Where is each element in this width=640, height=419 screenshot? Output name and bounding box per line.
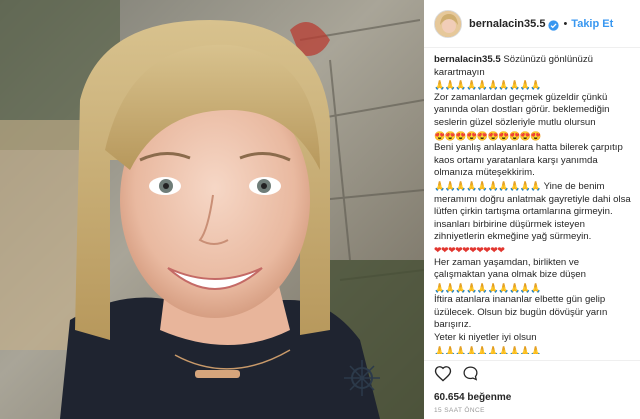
emoji-row-hands-2: 🙏🙏🙏🙏🙏🙏🙏🙏🙏🙏 [434, 180, 542, 191]
selfie-photo [0, 0, 424, 419]
caption-paragraph-4: Her zaman yaşamdan, birlikten ve çalışma… [434, 256, 586, 281]
post-side-panel: bernalacin35.5 • Takip Et bernalacin35.5… [424, 0, 640, 419]
caption-username[interactable]: bernalacin35.5 [434, 54, 501, 65]
caption-first-line: bernalacin35.5 Sözünüzü gönlünüzü karart… [434, 54, 632, 79]
photo-illustration [0, 0, 424, 419]
caption: bernalacin35.5 Sözünüzü gönlünüzü karart… [424, 48, 640, 354]
header-separator: • [563, 17, 568, 30]
caption-paragraph-1: Zor zamanlardan geçmek güzeldir çünkü ya… [434, 91, 610, 128]
avatar[interactable] [434, 9, 462, 38]
verified-badge-icon [548, 18, 560, 31]
emoji-row-hands-4: 🙏🙏🙏🙏🙏🙏🙏🙏🙏🙏 [434, 345, 542, 354]
emoji-row-hands-3: 🙏🙏🙏🙏🙏🙏🙏🙏🙏🙏 [434, 282, 542, 293]
caption-paragraph-2: Beni yanlış anlayanlara hatta bilerek ça… [434, 142, 623, 179]
heart-icon[interactable] [434, 365, 452, 387]
action-icons [434, 365, 630, 387]
emoji-row-hands-1: 🙏🙏🙏🙏🙏🙏🙏🙏🙏🙏 [434, 80, 542, 91]
caption-paragraph-6: Yeter ki niyetler iyi olsun [434, 332, 537, 344]
post-header: bernalacin35.5 • Takip Et [424, 0, 640, 48]
follow-button[interactable]: Takip Et [571, 18, 613, 30]
header-username[interactable]: bernalacin35.5 [469, 18, 545, 30]
post-actions: 60.654 beğenme 15 SAAT ÖNCE [424, 360, 640, 418]
post-timestamp: 15 SAAT ÖNCE [434, 407, 485, 414]
caption-paragraph-3-line: 🙏🙏🙏🙏🙏🙏🙏🙏🙏🙏 Yine de benim meramımı doğru … [434, 180, 632, 244]
comment-icon[interactable] [462, 365, 479, 387]
emoji-row-hearts: ❤❤❤❤❤❤❤❤❤❤ [434, 244, 505, 255]
likes-count[interactable]: 60.654 beğenme [434, 392, 630, 403]
emoji-row-faces: 😍😍😍😍😍😍😍😍😍😍 [434, 130, 542, 141]
caption-paragraph-5: İftira atanlara inananlar elbette gün ge… [434, 294, 608, 331]
